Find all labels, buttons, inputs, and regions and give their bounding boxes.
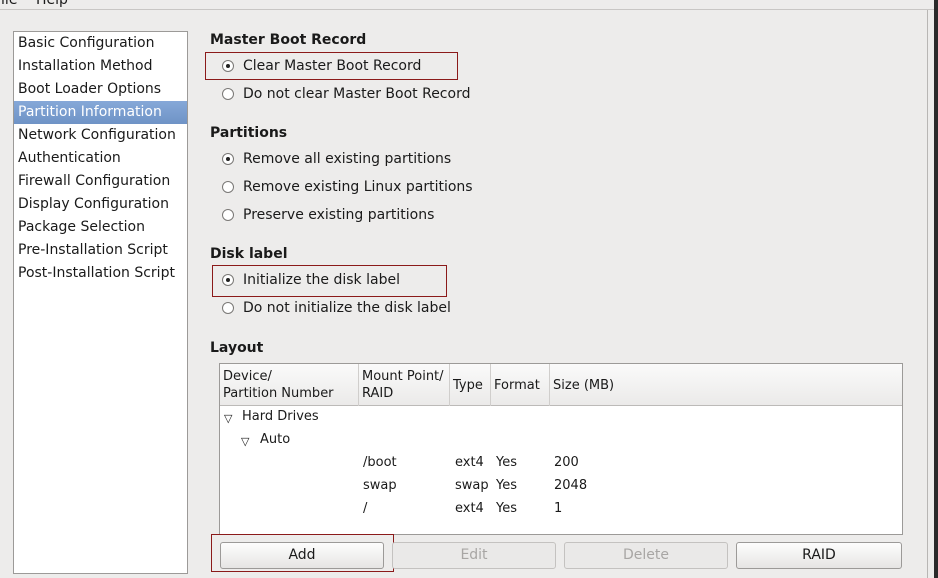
partitions-heading: Partitions: [210, 125, 288, 141]
radio-preserve[interactable]: Preserve existing partitions: [222, 207, 434, 223]
cell-format: Yes: [496, 455, 517, 470]
scrollbar[interactable]: [934, 0, 938, 578]
radio-icon: [222, 60, 234, 72]
cell-mount: /boot: [363, 455, 397, 470]
layout-heading: Layout: [210, 340, 264, 356]
radio-clear-mbr[interactable]: Clear Master Boot Record: [222, 58, 421, 74]
radio-icon: [222, 274, 234, 286]
sidebar-item[interactable]: Basic Configuration: [14, 32, 187, 55]
edit-button[interactable]: Edit: [392, 542, 556, 569]
table-header: Device/ Partition Number Mount Point/ RA…: [220, 364, 902, 406]
cell-size: 200: [554, 455, 579, 470]
partition-table[interactable]: Device/ Partition Number Mount Point/ RA…: [219, 363, 903, 535]
expander-icon[interactable]: ▽: [241, 435, 249, 448]
sidebar-item[interactable]: Firewall Configuration: [14, 170, 187, 193]
cell-format: Yes: [496, 501, 517, 516]
tree-node-hard-drives: Hard Drives: [242, 409, 319, 424]
radio-remove-all[interactable]: Remove all existing partitions: [222, 151, 451, 167]
menu-file[interactable]: File: [0, 0, 17, 8]
sidebar-item[interactable]: Installation Method: [14, 55, 187, 78]
add-button[interactable]: Add: [220, 542, 384, 569]
menu-help[interactable]: Help: [36, 0, 68, 8]
radio-icon: [222, 153, 234, 165]
divider: [927, 10, 928, 578]
sidebar-item[interactable]: Authentication: [14, 147, 187, 170]
radio-icon: [222, 88, 234, 100]
expander-icon[interactable]: ▽: [224, 412, 232, 425]
radio-icon: [222, 181, 234, 193]
col-type[interactable]: Type: [450, 364, 491, 406]
disklabel-heading: Disk label: [210, 246, 288, 262]
sidebar-item[interactable]: Display Configuration: [14, 193, 187, 216]
radio-label: Preserve existing partitions: [243, 207, 435, 223]
radio-remove-linux[interactable]: Remove existing Linux partitions: [222, 179, 473, 195]
radio-label: Initialize the disk label: [243, 272, 400, 288]
radio-label: Clear Master Boot Record: [243, 58, 422, 74]
radio-init-label[interactable]: Initialize the disk label: [222, 272, 400, 288]
cell-size: 2048: [554, 478, 588, 493]
radio-label: Remove existing Linux partitions: [243, 179, 473, 195]
sidebar-item[interactable]: Boot Loader Options: [14, 78, 187, 101]
menu-bar: File Help: [0, 0, 938, 10]
cell-mount: /: [363, 501, 368, 516]
cell-mount: swap: [363, 478, 397, 493]
radio-icon: [222, 209, 234, 221]
radio-label: Do not clear Master Boot Record: [243, 86, 471, 102]
raid-button[interactable]: RAID: [736, 542, 902, 569]
cell-type: swap: [455, 478, 489, 493]
cell-format: Yes: [496, 478, 517, 493]
radio-label: Do not initialize the disk label: [243, 300, 451, 316]
sidebar-item[interactable]: Network Configuration: [14, 124, 187, 147]
radio-no-init-label[interactable]: Do not initialize the disk label: [222, 300, 451, 316]
mbr-heading: Master Boot Record: [210, 32, 367, 48]
sidebar-item[interactable]: Pre-Installation Script: [14, 239, 187, 262]
cell-size: 1: [554, 501, 563, 516]
radio-label: Remove all existing partitions: [243, 151, 452, 167]
col-format[interactable]: Format: [491, 364, 550, 406]
col-device[interactable]: Device/ Partition Number: [220, 364, 359, 406]
cell-type: ext4: [455, 455, 484, 470]
cell-type: ext4: [455, 501, 484, 516]
radio-no-clear-mbr[interactable]: Do not clear Master Boot Record: [222, 86, 470, 102]
sidebar-item[interactable]: Post-Installation Script: [14, 262, 187, 285]
delete-button[interactable]: Delete: [564, 542, 728, 569]
sidebar: Basic Configuration Installation Method Bo…: [13, 31, 188, 574]
col-mount[interactable]: Mount Point/ RAID: [359, 364, 450, 406]
radio-icon: [222, 302, 234, 314]
tree-node-auto: Auto: [260, 432, 291, 447]
sidebar-item[interactable]: Partition Information: [14, 101, 187, 124]
col-size[interactable]: Size (MB): [550, 364, 902, 406]
sidebar-item[interactable]: Package Selection: [14, 216, 187, 239]
